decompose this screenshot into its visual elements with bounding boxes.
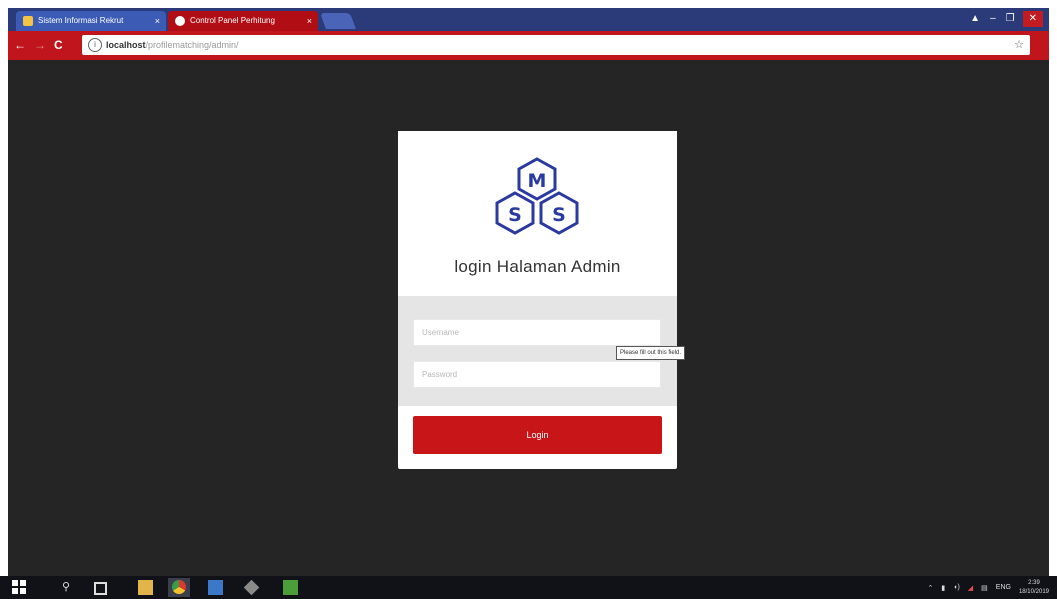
url-text[interactable]: localhost/profilematching/admin/ xyxy=(106,35,239,55)
notes-icon[interactable]: ▤ xyxy=(981,584,988,592)
windows-start-icon[interactable] xyxy=(12,580,27,595)
reload-icon[interactable]: C xyxy=(54,38,63,52)
tab-title: Sistem Informasi Rekrut xyxy=(38,16,124,25)
login-title: login Halaman Admin xyxy=(454,257,621,276)
browser-tab[interactable]: Sistem Informasi Rekrut × xyxy=(16,11,166,31)
logo-letter-s: S xyxy=(508,204,522,226)
login-button[interactable]: Login xyxy=(413,416,662,454)
clock[interactable]: 2:39 18/10/2019 xyxy=(1019,579,1049,597)
network-icon[interactable]: ◢ xyxy=(968,584,973,592)
validation-tooltip: Please fill out this field. xyxy=(616,346,686,360)
mss-logo: M S S xyxy=(495,157,579,235)
user-icon[interactable]: ▲ xyxy=(968,11,982,27)
tab-title: Control Panel Perhitung xyxy=(190,16,275,25)
search-icon[interactable]: ⚲ xyxy=(62,580,77,595)
url-host: localhost xyxy=(106,40,146,50)
windows-taskbar: ⚲ ⌃ ▮ ◖) ◢ ▤ ENG 2:39 18/10/2019 xyxy=(0,576,1057,599)
login-card-header: M S S login Halaman Admin xyxy=(398,131,677,296)
app-icon[interactable] xyxy=(208,580,223,595)
tab-favicon-icon xyxy=(23,16,33,26)
browser-tab-strip: Sistem Informasi Rekrut × Control Panel … xyxy=(8,8,1049,31)
login-form: Please fill out this field. xyxy=(398,296,686,406)
minimize-icon[interactable]: – xyxy=(988,11,998,27)
url-bar[interactable]: i localhost/profilematching/admin/ ☆ xyxy=(82,35,1030,55)
task-view-icon[interactable] xyxy=(94,582,107,595)
logo-letter-m: M xyxy=(528,170,547,192)
system-tray: ⌃ ▮ ◖) ◢ ▤ ENG 2:39 18/10/2019 xyxy=(927,576,1049,599)
tab-close-icon[interactable]: × xyxy=(155,11,160,31)
logo-letter-s: S xyxy=(552,204,566,226)
battery-icon[interactable]: ▮ xyxy=(941,584,945,592)
clock-time: 2:39 xyxy=(1028,579,1040,586)
chrome-icon[interactable] xyxy=(168,578,190,597)
tab-close-icon[interactable]: × xyxy=(307,11,312,31)
tab-favicon-icon xyxy=(175,16,185,26)
login-card: M S S login Halaman Admin Please fill ou… xyxy=(398,131,686,469)
close-window-icon[interactable]: ✕ xyxy=(1022,11,1043,27)
tool-icon[interactable] xyxy=(243,579,260,596)
forward-arrow-icon[interactable]: → xyxy=(34,38,46,52)
file-explorer-icon[interactable] xyxy=(138,580,153,595)
url-path: /profilematching/admin/ xyxy=(145,40,239,50)
app-icon[interactable] xyxy=(283,580,298,595)
page-background: M S S login Halaman Admin Please fill ou… xyxy=(8,60,1049,576)
info-icon[interactable]: i xyxy=(88,38,102,52)
browser-toolbar: ← → C i localhost/profilematching/admin/… xyxy=(8,31,1049,60)
new-tab-button[interactable] xyxy=(320,13,356,29)
volume-icon[interactable]: ◖) xyxy=(953,584,960,591)
password-input[interactable] xyxy=(413,361,661,388)
back-arrow-icon[interactable]: ← xyxy=(14,38,26,52)
clock-date: 18/10/2019 xyxy=(1018,588,1049,595)
browser-tab-active[interactable]: Control Panel Perhitung × xyxy=(168,11,318,31)
chevron-up-icon[interactable]: ⌃ xyxy=(927,584,933,592)
window-controls: ▲ – ❐ ✕ xyxy=(968,11,1043,27)
username-input[interactable] xyxy=(413,319,661,346)
bookmark-star-icon[interactable]: ☆ xyxy=(1014,35,1024,55)
language-indicator[interactable]: ENG xyxy=(996,584,1011,591)
maximize-icon[interactable]: ❐ xyxy=(1004,11,1017,27)
